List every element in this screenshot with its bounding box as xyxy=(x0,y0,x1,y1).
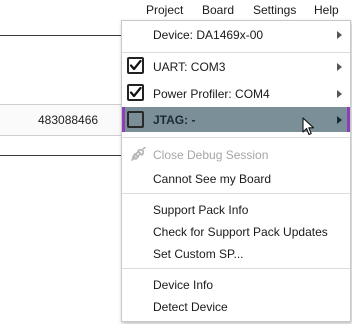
menu-item-uart[interactable]: UART: COM3 xyxy=(122,55,350,79)
menu-board[interactable]: Board xyxy=(202,3,234,17)
menu-item-device-info-label: Device Info xyxy=(153,278,214,292)
unplug-icon xyxy=(131,147,146,161)
submenu-arrow-icon xyxy=(337,31,342,39)
checkmark-icon xyxy=(129,86,142,98)
menu-item-uart-label: UART: COM3 xyxy=(153,60,226,74)
menu-item-jtag-label: JTAG: - xyxy=(153,113,196,127)
background-divider-bottom xyxy=(0,155,122,156)
menu-item-support-pack-info[interactable]: Support Pack Info xyxy=(122,198,350,222)
menu-item-cannot-see-board-label: Cannot See my Board xyxy=(153,172,272,186)
device-serial-number: 483088466 xyxy=(38,113,99,127)
menu-bar: Project Board Settings Help xyxy=(0,0,352,22)
menu-item-set-custom-sp[interactable]: Set Custom SP... xyxy=(122,242,350,266)
menu-help[interactable]: Help xyxy=(314,3,339,17)
app-window: Project Board Settings Help 483088466 De… xyxy=(0,0,352,324)
menu-item-device[interactable]: Device: DA1469x-00 xyxy=(122,23,350,47)
menu-item-check-support-pack-updates[interactable]: Check for Support Pack Updates xyxy=(122,220,350,244)
mouse-pointer-icon xyxy=(302,117,315,136)
checkmark-icon xyxy=(129,59,142,71)
menu-settings[interactable]: Settings xyxy=(253,3,296,17)
menu-separator xyxy=(122,52,350,53)
menu-item-device-label: Device: DA1469x-00 xyxy=(153,28,264,42)
device-serial-row[interactable]: 483088466 xyxy=(0,104,122,136)
uart-checkbox[interactable] xyxy=(127,57,144,74)
menu-item-close-debug-session: Close Debug Session xyxy=(122,143,350,167)
menu-item-close-debug-session-label: Close Debug Session xyxy=(153,148,269,162)
submenu-arrow-icon xyxy=(337,116,342,124)
background-divider-top xyxy=(0,35,122,36)
menu-item-support-pack-info-label: Support Pack Info xyxy=(153,203,249,217)
menu-item-detect-device-label: Detect Device xyxy=(153,300,228,314)
menu-item-set-custom-sp-label: Set Custom SP... xyxy=(153,247,244,261)
menu-item-detect-device[interactable]: Detect Device xyxy=(122,295,350,319)
board-dropdown-menu: Device: DA1469x-00 UART: COM3 Power Prof… xyxy=(121,20,351,322)
menu-item-power-profiler[interactable]: Power Profiler: COM4 xyxy=(122,82,350,106)
menu-separator xyxy=(122,268,350,269)
menu-item-device-info[interactable]: Device Info xyxy=(122,273,350,297)
menu-separator xyxy=(122,137,350,138)
jtag-checkbox[interactable] xyxy=(127,111,144,128)
menu-item-check-support-pack-updates-label: Check for Support Pack Updates xyxy=(153,225,328,239)
submenu-arrow-icon xyxy=(337,90,342,98)
power-profiler-checkbox[interactable] xyxy=(127,84,144,101)
menu-item-cannot-see-board[interactable]: Cannot See my Board xyxy=(122,167,350,191)
menu-separator xyxy=(122,193,350,194)
menu-item-power-profiler-label: Power Profiler: COM4 xyxy=(153,87,270,101)
submenu-arrow-icon xyxy=(337,63,342,71)
menu-project[interactable]: Project xyxy=(146,3,183,17)
